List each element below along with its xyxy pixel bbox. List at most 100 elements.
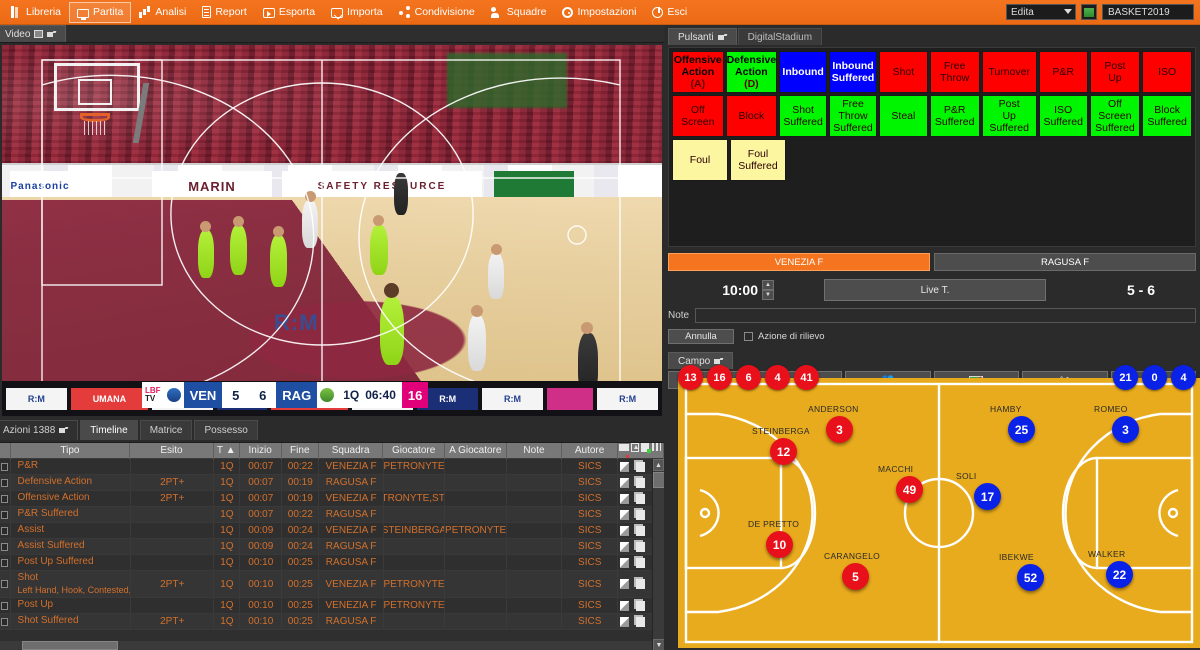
grid-vertical-scrollbar[interactable]: ▲ ▼ bbox=[652, 459, 665, 650]
copy-icon[interactable] bbox=[635, 616, 645, 627]
action-button-post-up[interactable]: Post Up bbox=[1089, 51, 1141, 93]
period-clock[interactable]: 10:00 bbox=[668, 282, 762, 298]
action-button-iso-suffered[interactable]: ISO Suffered bbox=[1038, 95, 1088, 137]
row-checkbox[interactable] bbox=[1, 558, 9, 567]
row-checkbox[interactable] bbox=[1, 510, 9, 519]
stepper-up[interactable]: ▲ bbox=[762, 280, 774, 290]
copy-icon[interactable] bbox=[635, 557, 645, 568]
tab-video[interactable]: Video bbox=[0, 25, 67, 42]
action-button-turnover[interactable]: Turnover bbox=[981, 51, 1037, 93]
pin-icon[interactable] bbox=[47, 30, 56, 39]
table-row[interactable]: P&R Suffered1Q00:0700:22RAGUSA FSICS✖ bbox=[0, 507, 664, 523]
row-checkbox-cell[interactable] bbox=[0, 523, 11, 538]
tab-pulsanti[interactable]: Pulsanti bbox=[668, 28, 737, 45]
copy-icon[interactable] bbox=[635, 509, 645, 520]
table-row[interactable]: Shot Left Hand, Hook, Contested, Post Up2… bbox=[0, 571, 664, 598]
copy-icon[interactable] bbox=[635, 477, 645, 488]
upload-icon[interactable] bbox=[631, 442, 640, 452]
toolbar-item-analisi[interactable]: Analisi bbox=[131, 2, 194, 23]
tab-timeline[interactable]: Timeline bbox=[80, 420, 138, 440]
court-player-chip-home[interactable]: 12 bbox=[770, 438, 797, 465]
edit-icon[interactable] bbox=[620, 509, 630, 520]
copy-icon[interactable] bbox=[635, 493, 645, 504]
row-checkbox-cell[interactable] bbox=[0, 475, 11, 490]
toolbar-item-impostazioni[interactable]: Impostazioni bbox=[554, 2, 644, 23]
row-checkbox-cell[interactable] bbox=[0, 459, 11, 474]
toolbar-item-esci[interactable]: Esci bbox=[644, 2, 695, 23]
team-button-away[interactable]: RAGUSA F bbox=[934, 253, 1196, 271]
bench-player-chip-home[interactable]: 6 bbox=[736, 365, 761, 390]
action-button-block[interactable]: Block bbox=[725, 95, 778, 137]
toolbar-item-esporta[interactable]: Esporta bbox=[255, 2, 323, 23]
cancel-button[interactable]: Annulla bbox=[668, 328, 734, 344]
court-player-chip-home[interactable]: 5 bbox=[842, 563, 869, 590]
court-player-chip-away[interactable]: 52 bbox=[1017, 564, 1044, 591]
col-fine[interactable]: Fine bbox=[282, 442, 319, 459]
row-checkbox[interactable] bbox=[1, 478, 9, 487]
live-time-button[interactable]: Live T. bbox=[824, 279, 1046, 301]
copy-icon[interactable] bbox=[635, 461, 645, 472]
tab-azioni[interactable]: Azioni 1388 bbox=[0, 420, 79, 440]
toolbar-item-libreria[interactable]: Libreria bbox=[2, 2, 69, 23]
action-button-free-throw-suffered[interactable]: Free Throw Suffered bbox=[829, 95, 877, 137]
grid-horizontal-scrollbar[interactable] bbox=[0, 641, 652, 650]
bench-player-chip-home[interactable]: 16 bbox=[707, 365, 732, 390]
edit-icon[interactable] bbox=[620, 525, 630, 536]
col-a-giocatore[interactable]: A Giocatore bbox=[445, 442, 507, 459]
toolbar-item-importa[interactable]: Importa bbox=[323, 2, 391, 23]
project-field[interactable]: BASKET2019 bbox=[1102, 4, 1194, 20]
col-tipo[interactable]: Tipo bbox=[11, 442, 131, 459]
table-row[interactable]: Assist Suffered1Q00:0900:24RAGUSA FSICS✖ bbox=[0, 539, 664, 555]
bench-player-chip-away[interactable]: 4 bbox=[1171, 365, 1196, 390]
row-checkbox[interactable] bbox=[1, 526, 9, 535]
hscroll-thumb[interactable] bbox=[22, 641, 118, 650]
col-t[interactable]: T ▲ bbox=[214, 442, 240, 459]
edit-icon[interactable] bbox=[620, 477, 630, 488]
action-button-foul-suffered[interactable]: Foul Suffered bbox=[730, 139, 786, 181]
tab-possesso[interactable]: Possesso bbox=[194, 420, 258, 440]
tab-matrice[interactable]: Matrice bbox=[139, 420, 193, 440]
col-note[interactable]: Note bbox=[507, 442, 563, 459]
action-button-free-throw[interactable]: Free Throw bbox=[929, 51, 980, 93]
copy-icon[interactable] bbox=[635, 541, 645, 552]
restore-icon[interactable] bbox=[34, 30, 44, 38]
col-giocatore[interactable]: Giocatore bbox=[383, 442, 445, 459]
video-stage[interactable]: Panasonic MARIN SAFETY RESOURCE R:M R:M … bbox=[2, 45, 662, 416]
row-checkbox-cell[interactable] bbox=[0, 614, 11, 629]
table-row[interactable]: P&R1Q00:0700:22VENEZIA FPETRONYTESICS✖ bbox=[0, 459, 664, 475]
action-button-steal[interactable]: Steal bbox=[878, 95, 928, 137]
row-checkbox-cell[interactable] bbox=[0, 539, 11, 554]
row-checkbox[interactable] bbox=[1, 494, 9, 503]
row-checkbox-cell[interactable] bbox=[0, 571, 11, 597]
action-button-foul[interactable]: Foul bbox=[672, 139, 728, 181]
edit-icon[interactable] bbox=[620, 616, 630, 627]
toolbar-item-squadre[interactable]: Squadre bbox=[483, 2, 555, 23]
columns-icon[interactable] bbox=[651, 443, 661, 451]
filter-icon[interactable] bbox=[619, 443, 629, 458]
stepper-down[interactable]: ▼ bbox=[762, 290, 774, 300]
row-checkbox-cell[interactable] bbox=[0, 598, 11, 613]
action-button-off-screen[interactable]: Off Screen bbox=[672, 95, 724, 137]
table-row[interactable]: Defensive Action 2PT+ 1Q 00:07 00:19 RAGUSA F… bbox=[0, 475, 664, 491]
clock-stepper[interactable]: ▲ ▼ bbox=[762, 280, 774, 300]
action-button-block-suffered[interactable]: Block Suffered bbox=[1142, 95, 1193, 137]
copy-icon[interactable] bbox=[635, 600, 645, 611]
toolbar-item-partita[interactable]: Partita bbox=[69, 1, 132, 23]
table-row[interactable]: Assist 1Q 00:09 00:24 VENEZIA F STEINBERGA PET… bbox=[0, 523, 664, 539]
copy-icon[interactable] bbox=[635, 579, 645, 589]
row-checkbox-cell[interactable] bbox=[0, 507, 11, 522]
action-button-iso[interactable]: ISO bbox=[1142, 51, 1193, 93]
edit-icon[interactable] bbox=[620, 600, 630, 611]
col-autore[interactable]: Autore bbox=[562, 442, 618, 459]
action-button-post-up-suffered[interactable]: Post Up Suffered bbox=[981, 95, 1037, 137]
row-checkbox-cell[interactable] bbox=[0, 491, 11, 506]
grid-body[interactable]: P&R1Q00:0700:22VENEZIA FPETRONYTESICS✖De… bbox=[0, 459, 664, 650]
court-player-chip-away[interactable]: 3 bbox=[1112, 416, 1139, 443]
edit-icon[interactable] bbox=[620, 461, 630, 472]
action-button-p-r[interactable]: P&R bbox=[1038, 51, 1088, 93]
court-player-chip-away[interactable]: 22 bbox=[1106, 561, 1133, 588]
table-row[interactable]: Offensive Action 2PT+ 1Q 00:07 00:19 VENEZIA … bbox=[0, 491, 664, 507]
court-player-chip-away[interactable]: 17 bbox=[974, 483, 1001, 510]
col-inizio[interactable]: Inizio bbox=[240, 442, 282, 459]
col-esito[interactable]: Esito bbox=[130, 442, 214, 459]
